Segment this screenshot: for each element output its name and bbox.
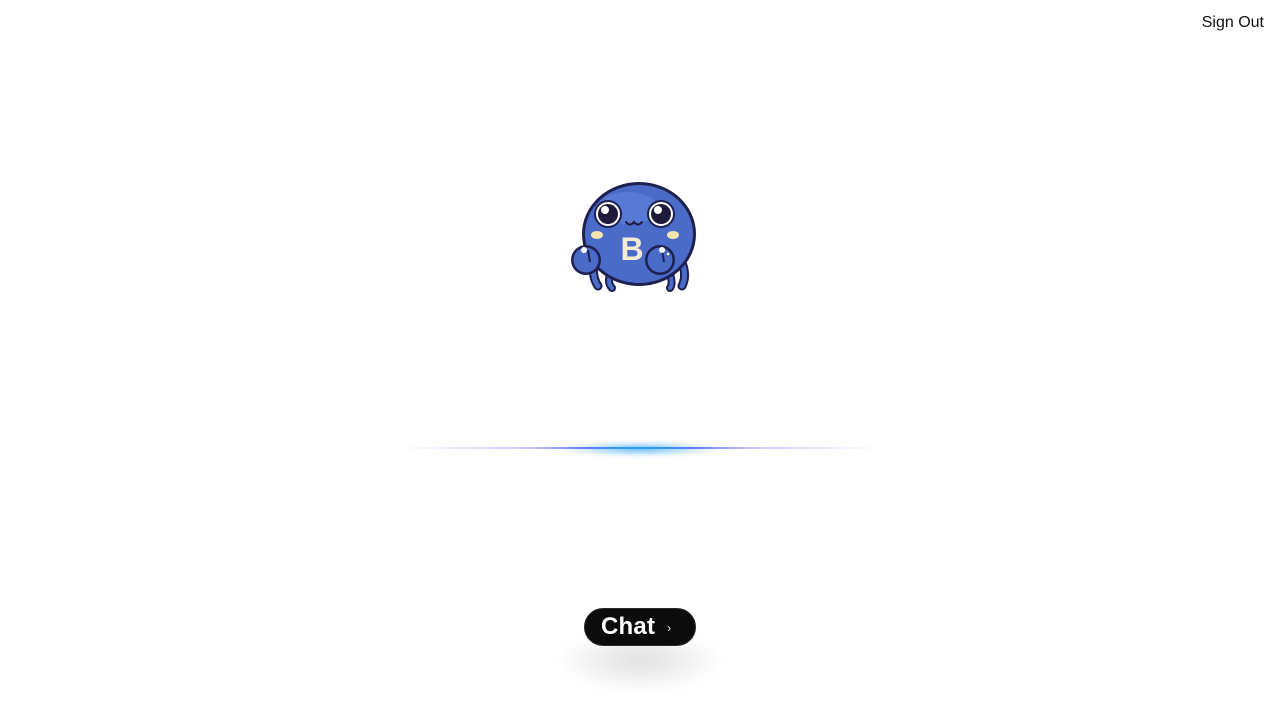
crab-mascot-icon: B bbox=[568, 178, 708, 292]
chat-button[interactable]: Chat › bbox=[584, 608, 696, 646]
sign-out-link[interactable]: Sign Out bbox=[1202, 12, 1264, 34]
chevron-right-icon: › bbox=[667, 621, 672, 635]
svg-text:B: B bbox=[620, 231, 643, 267]
landing-page: Sign Out B Chat › bbox=[0, 0, 1280, 720]
chat-button-label: Chat bbox=[601, 613, 656, 640]
glow-divider-highlight bbox=[560, 442, 720, 456]
